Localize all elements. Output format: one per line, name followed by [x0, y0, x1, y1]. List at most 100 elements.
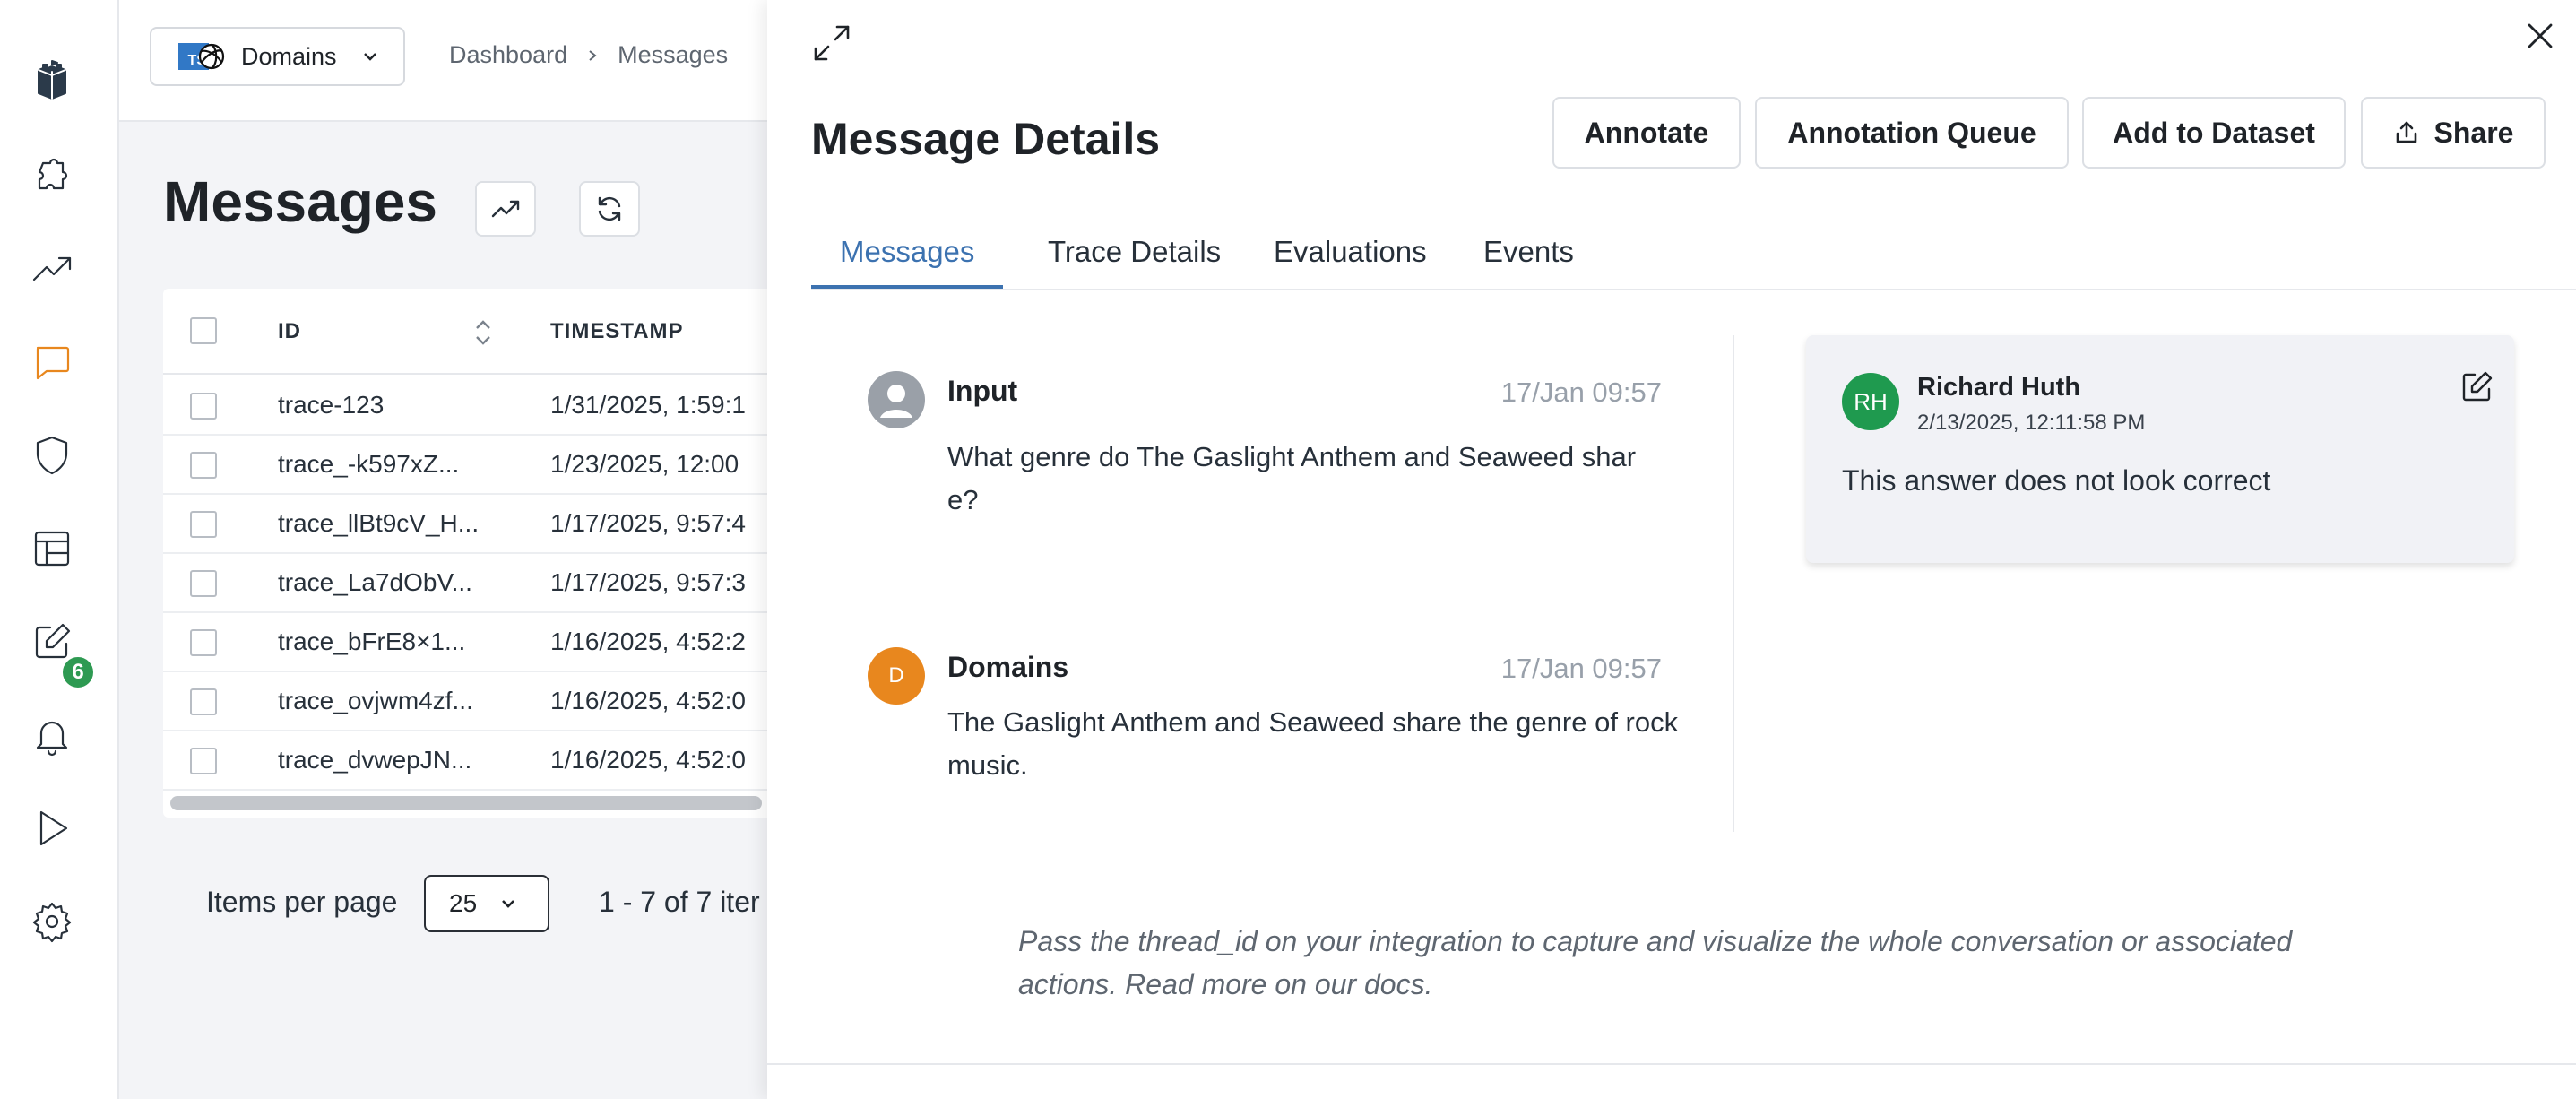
- analytics-button[interactable]: [475, 181, 536, 237]
- tab-trace-details[interactable]: Trace Details: [1019, 235, 1249, 289]
- castle-logo-icon: [38, 60, 66, 100]
- message-square-icon: [36, 346, 70, 380]
- table-row[interactable]: trace-123 1/31/2025, 1:59:1: [163, 376, 773, 436]
- close-icon[interactable]: [2522, 18, 2558, 54]
- trending-up-icon: [32, 256, 72, 281]
- tab-messages[interactable]: Messages: [811, 235, 1004, 289]
- message-details-drawer: Message Details Annotate Annotation Queu…: [767, 0, 2576, 1099]
- row-checkbox[interactable]: [190, 452, 217, 479]
- message-sender: Domains: [947, 651, 1069, 683]
- user-icon: [869, 373, 923, 427]
- row-checkbox[interactable]: [190, 688, 217, 715]
- table-header: ID TIMESTAMP: [163, 289, 773, 375]
- column-header-id[interactable]: ID: [278, 319, 301, 344]
- cell-id: trace_ovjwm4zf...: [278, 687, 473, 714]
- cell-timestamp: 1/16/2025, 4:52:0: [550, 687, 746, 714]
- trending-up-icon: [491, 200, 520, 218]
- domain-selector[interactable]: TS Domains: [150, 27, 405, 86]
- messages-table: ID TIMESTAMP trace-123 1/31/2025, 1:59:1 t…: [163, 289, 773, 818]
- annotation-queue-button[interactable]: Annotation Queue: [1755, 97, 2069, 169]
- annotation-card: RH Richard Huth 2/13/2025, 12:11:58 PM T…: [1806, 335, 2514, 563]
- play-icon: [39, 810, 68, 846]
- gear-icon: [32, 902, 72, 943]
- cell-id: trace_-k597xZ...: [278, 450, 460, 478]
- sidebar-item-messages[interactable]: [25, 335, 79, 389]
- row-checkbox[interactable]: [190, 629, 217, 656]
- row-checkbox[interactable]: [190, 511, 217, 538]
- cell-timestamp: 1/16/2025, 4:52:0: [550, 746, 746, 774]
- app-logo[interactable]: [25, 52, 79, 106]
- table-row[interactable]: trace_-k597xZ... 1/23/2025, 12:00: [163, 436, 773, 495]
- bell-icon: [36, 721, 68, 757]
- table-row[interactable]: trace_llBt9cV_H... 1/17/2025, 9:57:4: [163, 495, 773, 554]
- table-row[interactable]: trace_La7dObV... 1/17/2025, 9:57:3: [163, 554, 773, 613]
- items-per-page-select[interactable]: 25: [424, 875, 549, 932]
- sidebar-item-settings[interactable]: [25, 895, 79, 948]
- horizontal-scrollbar[interactable]: [170, 796, 762, 810]
- domain-logo: TS: [178, 43, 225, 70]
- column-header-timestamp[interactable]: TIMESTAMP: [550, 319, 684, 344]
- cell-timestamp: 1/16/2025, 4:52:2: [550, 627, 746, 655]
- cell-timestamp: 1/31/2025, 1:59:1: [550, 391, 746, 419]
- drawer-footer-divider: [767, 1063, 2576, 1065]
- message-time: 17/Jan 09:57: [1500, 376, 1662, 408]
- sidebar-item-guardrails[interactable]: [25, 428, 79, 482]
- puzzle-icon: [38, 158, 68, 190]
- share-button[interactable]: Share: [2361, 97, 2546, 169]
- note-time: 2/13/2025, 12:11:58 PM: [1917, 411, 2146, 435]
- tab-evaluations[interactable]: Evaluations: [1245, 235, 1456, 289]
- sidebar-item-integrations[interactable]: [25, 149, 79, 203]
- cell-timestamp: 1/23/2025, 12:00: [550, 450, 739, 478]
- chevron-right-icon: [589, 49, 597, 61]
- cell-id: trace_llBt9cV_H...: [278, 509, 480, 537]
- sidebar-item-alerts[interactable]: [25, 708, 79, 762]
- row-checkbox[interactable]: [190, 748, 217, 774]
- refresh-icon: [598, 196, 621, 221]
- breadcrumb-dashboard[interactable]: Dashboard: [449, 41, 567, 69]
- tab-events[interactable]: Events: [1455, 235, 1603, 289]
- pagination-count: 1 - 7 of 7 iter: [599, 886, 760, 918]
- row-checkbox[interactable]: [190, 393, 217, 420]
- cell-id: trace_La7dObV...: [278, 568, 472, 596]
- cell-timestamp: 1/17/2025, 9:57:3: [550, 568, 746, 596]
- drawer-tabs: Messages Trace Details Evaluations Event…: [811, 226, 2576, 290]
- sidebar-item-playground[interactable]: [25, 801, 79, 855]
- sort-icon[interactable]: [470, 317, 497, 348]
- annotations-count-badge: 6: [60, 654, 96, 690]
- row-checkbox[interactable]: [190, 570, 217, 597]
- items-per-page-value: 25: [449, 889, 478, 917]
- shield-icon: [36, 436, 68, 475]
- cell-timestamp: 1/17/2025, 9:57:4: [550, 509, 746, 537]
- expand-icon[interactable]: [810, 22, 853, 65]
- domain-name: Domains: [241, 42, 337, 70]
- breadcrumb-messages[interactable]: Messages: [618, 41, 728, 69]
- sidebar-item-datasets[interactable]: [25, 522, 79, 575]
- note-author: Richard Huth: [1917, 373, 2081, 402]
- message-text: What genre do The Gaslight Anthem and Se…: [947, 441, 1637, 515]
- table-row[interactable]: trace_dvwepJN... 1/16/2025, 4:52:0: [163, 731, 773, 791]
- message-sender: Input: [947, 375, 1018, 407]
- select-all-checkbox[interactable]: [190, 317, 217, 344]
- sidebar-item-analytics[interactable]: [25, 242, 79, 296]
- author-avatar: RH: [1842, 373, 1899, 430]
- input-avatar: [868, 371, 925, 428]
- drawer-title: Message Details: [811, 114, 1161, 164]
- message-time: 17/Jan 09:57: [1500, 653, 1662, 684]
- table-row[interactable]: trace_ovjwm4zf... 1/16/2025, 4:52:0: [163, 672, 773, 731]
- thread-id-hint: Pass the thread_id on your integration t…: [1018, 925, 2293, 1000]
- add-to-dataset-button[interactable]: Add to Dataset: [2082, 97, 2346, 169]
- refresh-button[interactable]: [579, 181, 640, 237]
- chevron-down-icon: [502, 900, 515, 908]
- page-title: Messages: [163, 169, 437, 234]
- cell-id: trace_bFrE8×1...: [278, 627, 466, 655]
- chevron-down-icon: [363, 53, 376, 61]
- sidebar: 6: [0, 0, 119, 1099]
- share-button-label: Share: [2433, 116, 2514, 149]
- share-icon: [2396, 121, 2416, 143]
- note-text: This answer does not look correct: [1842, 464, 2271, 497]
- table-icon: [34, 531, 70, 567]
- items-per-page-label: Items per page: [206, 886, 398, 918]
- annotate-button[interactable]: Annotate: [1552, 97, 1741, 169]
- edit-icon[interactable]: [2459, 369, 2494, 405]
- table-row[interactable]: trace_bFrE8×1... 1/16/2025, 4:52:2: [163, 613, 773, 672]
